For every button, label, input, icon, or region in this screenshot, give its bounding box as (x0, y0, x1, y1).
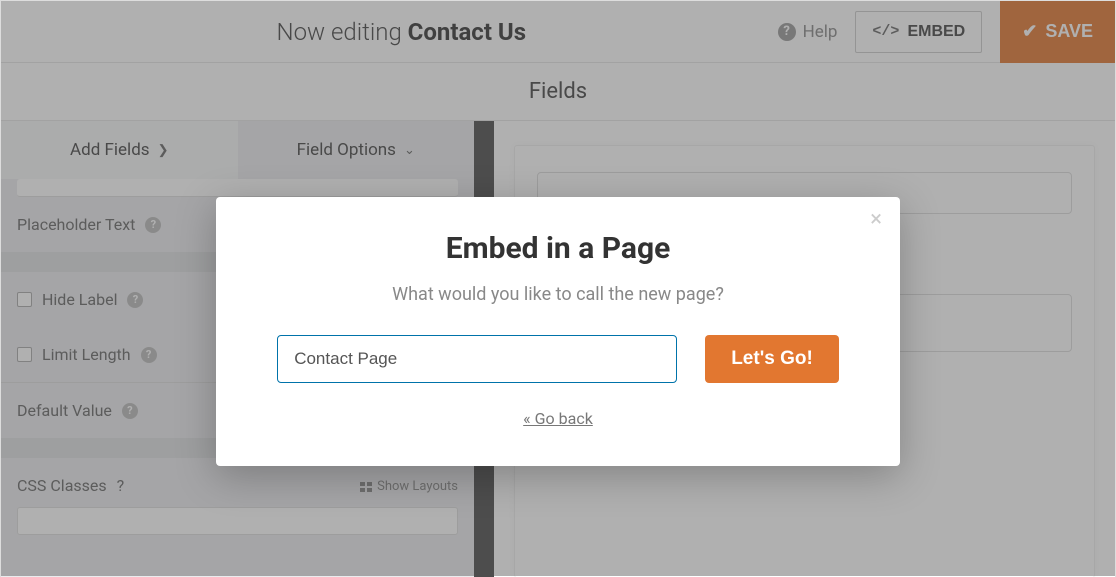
go-back-link[interactable]: « Go back (523, 409, 593, 428)
go-back-label: « Go back (523, 409, 593, 428)
lets-go-button[interactable]: Let's Go! (705, 335, 839, 383)
embed-modal: × Embed in a Page What would you like to… (216, 197, 900, 466)
page-name-input[interactable] (277, 335, 677, 383)
modal-title: Embed in a Page (256, 231, 860, 266)
modal-subtitle: What would you like to call the new page… (256, 284, 860, 305)
lets-go-label: Let's Go! (731, 348, 813, 369)
close-icon[interactable]: × (870, 209, 882, 231)
modal-overlay: × Embed in a Page What would you like to… (1, 1, 1115, 576)
